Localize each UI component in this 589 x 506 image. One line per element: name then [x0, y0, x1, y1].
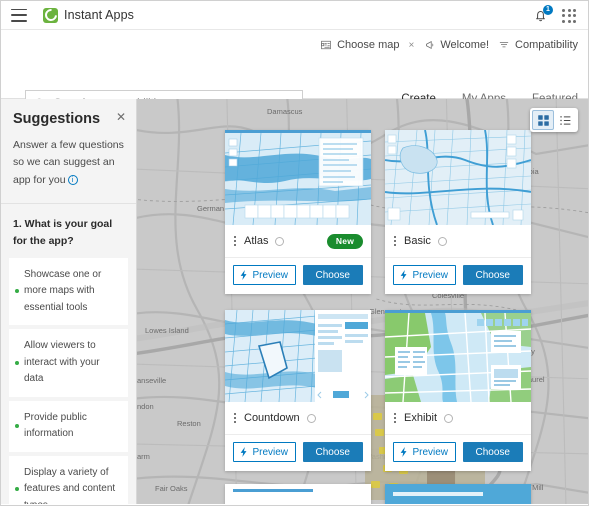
brand[interactable]: Instant Apps — [43, 7, 134, 23]
lightning-icon — [241, 447, 247, 457]
option-bullet-icon — [15, 289, 19, 294]
card-meta: Basic — [385, 225, 531, 258]
info-icon[interactable]: i — [67, 175, 78, 185]
info-circle-icon[interactable] — [444, 413, 454, 423]
card-title: Countdown — [244, 412, 300, 424]
preview-button[interactable]: Preview — [233, 265, 296, 285]
app-card-basic[interactable]: Basic Preview Choose — [385, 130, 531, 294]
body: Suggestions ✕ Answer a few questions so … — [1, 99, 588, 504]
view-toggle — [530, 108, 578, 132]
option-label: Showcase one or more maps with essential… — [24, 268, 102, 313]
preview-button[interactable]: Preview — [233, 442, 296, 462]
more-options-icon[interactable] — [393, 411, 397, 425]
preview-label: Preview — [252, 269, 289, 281]
breadcrumb-item-welcome[interactable]: Welcome! — [423, 39, 489, 51]
app-card-exhibit[interactable]: Exhibit Preview Choose — [385, 310, 531, 471]
app-card-partial-left[interactable] — [225, 484, 371, 504]
map-background[interactable]: Damascus HOWARD Columbia German Colesvil… — [137, 99, 588, 504]
suggestions-panel: Suggestions ✕ Answer a few questions so … — [1, 99, 137, 504]
preview-button[interactable]: Preview — [393, 442, 456, 462]
more-options-icon[interactable] — [393, 234, 397, 248]
more-options-icon[interactable] — [233, 234, 237, 248]
top-bar-right: 1 — [533, 1, 576, 30]
app-grid-icon[interactable] — [562, 8, 576, 23]
preview-label: Preview — [252, 446, 289, 458]
filter-icon — [499, 42, 509, 48]
sub-header: Choose map × Welcome! Compatibility Sear… — [1, 30, 588, 116]
lightning-icon — [241, 270, 247, 280]
suggestion-option-2[interactable]: Allow viewers to interact with your data — [9, 329, 128, 397]
card-meta: Atlas New — [225, 225, 371, 258]
suggestions-options: Showcase one or more maps with essential… — [1, 257, 136, 504]
lightning-icon — [401, 447, 407, 457]
instant-apps-logo-icon — [43, 7, 58, 23]
option-label: Allow viewers to interact with your data — [24, 340, 100, 385]
breadcrumb: Choose map × Welcome! Compatibility — [320, 39, 578, 51]
choose-button[interactable]: Choose — [462, 265, 523, 285]
hamburger-icon[interactable] — [11, 8, 27, 22]
breadcrumb-label: Choose map — [337, 39, 400, 51]
app-cards-next-row — [225, 484, 531, 504]
card-actions: Preview Choose — [385, 435, 531, 471]
grid-view-icon[interactable] — [532, 110, 554, 130]
status-badge: New — [326, 233, 363, 249]
choose-button[interactable]: Choose — [302, 442, 363, 462]
suggestions-title: Suggestions — [13, 111, 101, 127]
option-bullet-icon — [15, 424, 19, 429]
breadcrumb-separator: × — [408, 39, 415, 51]
card-actions: Preview Choose — [225, 258, 371, 294]
option-label: Display a variety of features and conten… — [24, 466, 116, 504]
preview-label: Preview — [412, 269, 449, 281]
option-bullet-icon — [15, 360, 19, 365]
close-icon[interactable]: ✕ — [116, 111, 126, 123]
breadcrumb-item-compatibility[interactable]: Compatibility — [498, 39, 578, 51]
brand-name: Instant Apps — [64, 8, 134, 22]
suggestions-description: Answer a few questions so we can suggest… — [13, 137, 124, 189]
card-thumbnail — [385, 130, 531, 225]
suggestions-header: Suggestions ✕ Answer a few questions so … — [1, 99, 136, 204]
card-thumbnail — [225, 310, 371, 402]
choose-button[interactable]: Choose — [302, 265, 363, 285]
card-title: Exhibit — [404, 412, 438, 424]
instant-apps-window: Instant Apps 1 Choose map × Welcome! Com… — [0, 0, 589, 506]
bell-icon[interactable]: 1 — [533, 5, 553, 23]
top-bar: Instant Apps 1 — [1, 1, 588, 30]
card-meta: Countdown — [225, 402, 371, 435]
more-options-icon[interactable] — [233, 411, 237, 425]
choose-button[interactable]: Choose — [462, 442, 523, 462]
suggestion-option-1[interactable]: Showcase one or more maps with essential… — [9, 257, 128, 326]
app-card-countdown[interactable]: Countdown Preview Choose — [225, 310, 371, 471]
option-label: Provide public information — [24, 411, 87, 440]
notification-count: 1 — [543, 5, 553, 15]
preview-button[interactable]: Preview — [393, 265, 456, 285]
card-meta: Exhibit — [385, 402, 531, 435]
breadcrumb-item-choose-map[interactable]: Choose map — [320, 39, 399, 51]
suggestions-question: 1. What is your goal for the app? — [13, 217, 113, 247]
card-title: Basic — [404, 235, 431, 247]
option-bullet-icon — [15, 487, 19, 492]
preview-label: Preview — [412, 446, 449, 458]
map-select-icon — [321, 40, 331, 50]
breadcrumb-label: Welcome! — [440, 39, 490, 51]
card-actions: Preview Choose — [225, 435, 371, 471]
lightning-icon — [401, 270, 407, 280]
card-thumbnail — [385, 313, 531, 402]
info-circle-icon[interactable] — [306, 413, 316, 423]
card-actions: Preview Choose — [385, 258, 531, 294]
app-card-partial-right[interactable] — [385, 484, 531, 504]
app-card-atlas[interactable]: Atlas New Preview Choose — [225, 130, 371, 294]
list-view-icon[interactable] — [554, 110, 576, 130]
suggestion-option-4[interactable]: Display a variety of features and conten… — [9, 455, 128, 504]
info-circle-icon[interactable] — [437, 236, 447, 246]
suggestion-option-3[interactable]: Provide public information — [9, 400, 128, 452]
card-title: Atlas — [244, 235, 269, 247]
megaphone-icon — [426, 40, 434, 50]
breadcrumb-label: Compatibility — [515, 39, 578, 51]
info-circle-icon[interactable] — [275, 236, 285, 246]
app-cards-grid: Atlas New Preview Choose Basic Preview C… — [225, 130, 531, 471]
card-thumbnail — [225, 133, 371, 225]
